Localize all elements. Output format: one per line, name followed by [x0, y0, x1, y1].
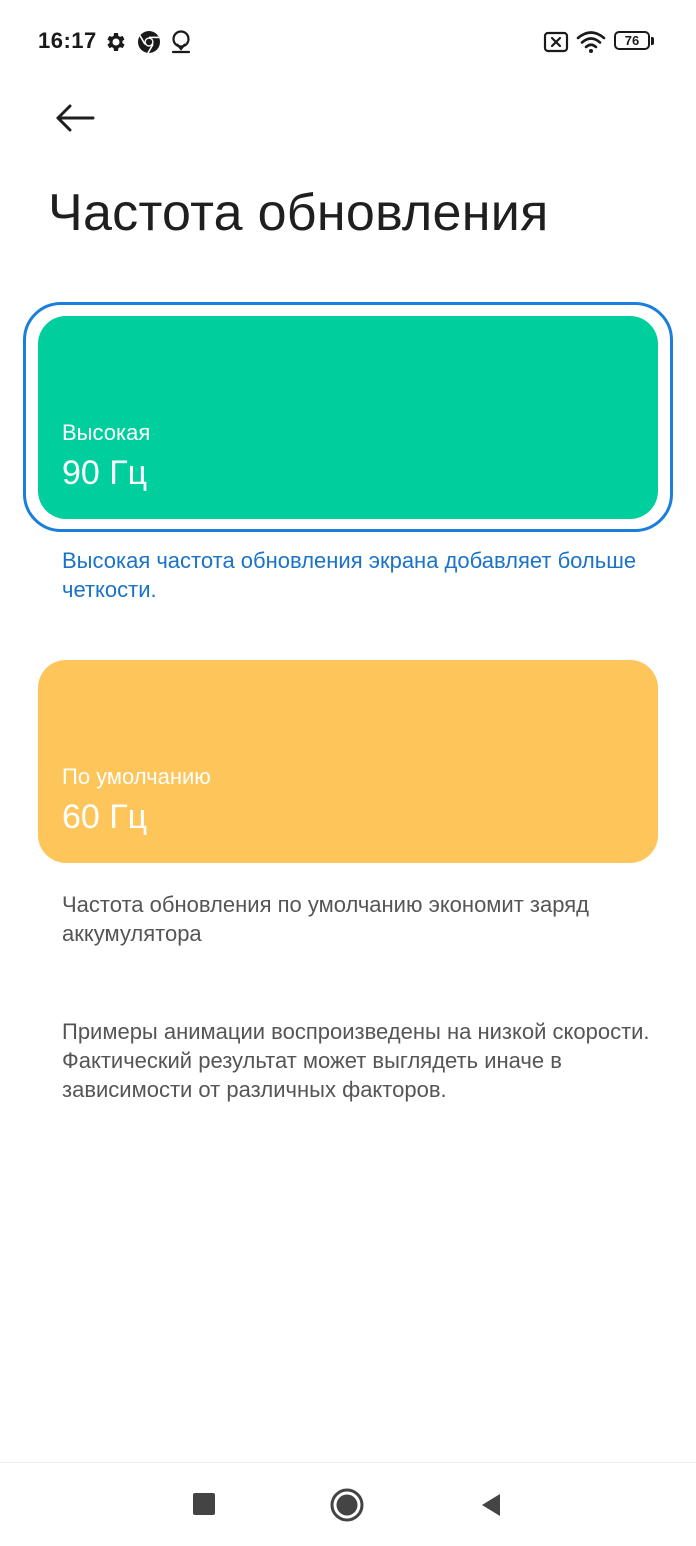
- home-button[interactable]: [329, 1487, 365, 1523]
- option-value: 60 Гц: [62, 798, 148, 836]
- page-title: Частота обновления: [48, 184, 549, 242]
- battery-level: 76: [624, 33, 640, 48]
- option-description-default: Частота обновления по умолчанию экономит…: [62, 892, 589, 946]
- status-bar: 16:17 76: [0, 0, 696, 86]
- option-label: По умолчанию: [62, 764, 211, 789]
- screen: 16:17 76 Частота обновления Высокая 90 Г…: [0, 0, 696, 1546]
- option-label: Высокая: [62, 420, 151, 445]
- nav-back-button[interactable]: [478, 1491, 504, 1519]
- status-time: 16:17: [38, 28, 97, 53]
- battery-tip: [651, 37, 654, 45]
- arrow-left-icon: [56, 104, 95, 132]
- gear-icon: [107, 33, 125, 51]
- option-value: 90 Гц: [62, 454, 148, 492]
- recents-button[interactable]: [192, 1492, 216, 1516]
- back-triangle-icon: [482, 1494, 500, 1516]
- chrome-icon: [138, 31, 160, 54]
- home-icon: [330, 1488, 364, 1522]
- navigation-bar: [0, 1462, 696, 1546]
- animation-note: Примеры анимации воспроизведены на низко…: [62, 1019, 650, 1102]
- option-card-default[interactable]: По умолчанию 60 Гц: [38, 660, 658, 863]
- option-card-high[interactable]: Высокая 90 Гц: [38, 316, 658, 519]
- option-description-high: Высокая частота обновления экрана добавл…: [62, 548, 637, 602]
- battery-icon: 76: [614, 31, 654, 52]
- location-icon: [171, 30, 191, 54]
- recents-icon: [193, 1493, 215, 1515]
- no-sim-icon: [543, 31, 569, 53]
- back-button[interactable]: [48, 96, 100, 140]
- wifi-icon: [576, 31, 606, 53]
